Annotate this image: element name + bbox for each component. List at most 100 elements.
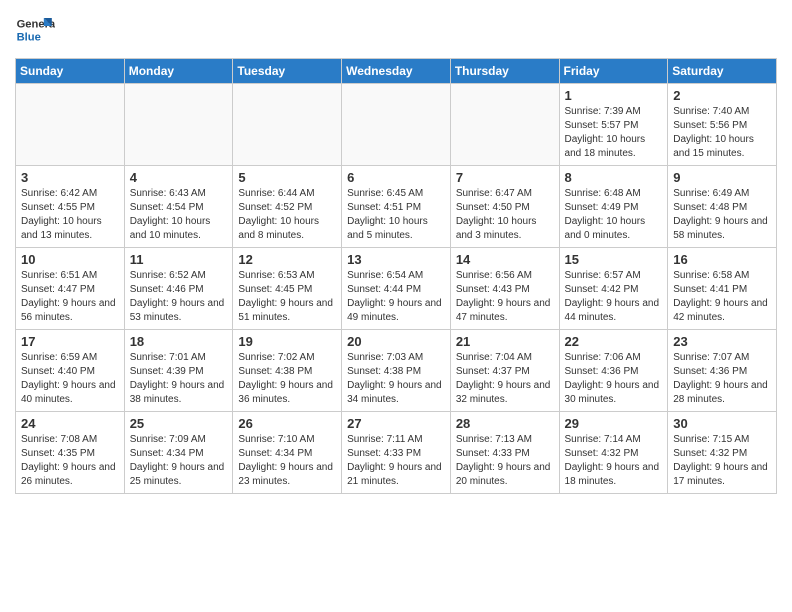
day-cell: 9 Sunrise: 6:49 AMSunset: 4:48 PMDaylight… [668, 166, 777, 248]
day-cell: 10Sunrise: 6:51 AMSunset: 4:47 PMDayligh… [16, 248, 125, 330]
header-row: SundayMondayTuesdayWednesdayThursdayFrid… [16, 59, 777, 84]
day-info: Sunrise: 7:09 AMSunset: 4:34 PMDaylight:… [130, 433, 228, 489]
day-cell [342, 84, 451, 166]
day-cell: 21Sunrise: 7:04 AMSunset: 4:37 PMDayligh… [450, 330, 559, 412]
day-number: 1 [565, 88, 663, 103]
day-number: 22 [565, 334, 663, 349]
day-number: 19 [238, 334, 336, 349]
day-info: Sunrise: 6:57 AMSunset: 4:42 PMDaylight:… [565, 269, 663, 325]
day-number: 24 [21, 416, 119, 431]
col-header-thursday: Thursday [450, 59, 559, 84]
day-info: Sunrise: 7:08 AMSunset: 4:35 PMDaylight:… [21, 433, 119, 489]
day-info: Sunrise: 6:45 AMSunset: 4:51 PMDaylight:… [347, 187, 445, 243]
day-cell: 15Sunrise: 6:57 AMSunset: 4:42 PMDayligh… [559, 248, 668, 330]
day-info: Sunrise: 6:58 AMSunset: 4:41 PMDaylight:… [673, 269, 771, 325]
day-number: 7 [456, 170, 554, 185]
calendar-table: SundayMondayTuesdayWednesdayThursdayFrid… [15, 58, 777, 494]
day-cell: 20 Sunrise: 7:03 AMSunset: 4:38 PMDayligh… [342, 330, 451, 412]
day-info: Sunrise: 6:44 AMSunset: 4:52 PMDaylight:… [238, 187, 336, 243]
day-info: Sunrise: 6:49 AMSunset: 4:48 PMDaylight:… [673, 187, 771, 243]
day-number: 4 [130, 170, 228, 185]
week-row-1: 1 Sunrise: 7:39 AMSunset: 5:57 PMDaylight… [16, 84, 777, 166]
day-cell: 6 Sunrise: 6:45 AMSunset: 4:51 PMDaylight… [342, 166, 451, 248]
day-info: Sunrise: 7:03 AMSunset: 4:38 PMDaylight:… [347, 351, 445, 407]
day-cell: 22Sunrise: 7:06 AMSunset: 4:36 PMDayligh… [559, 330, 668, 412]
day-cell: 14 Sunrise: 6:56 AMSunset: 4:43 PMDayligh… [450, 248, 559, 330]
day-info: Sunrise: 6:52 AMSunset: 4:46 PMDaylight:… [130, 269, 228, 325]
col-header-saturday: Saturday [668, 59, 777, 84]
day-number: 17 [21, 334, 119, 349]
day-cell [450, 84, 559, 166]
day-info: Sunrise: 7:39 AMSunset: 5:57 PMDaylight:… [565, 105, 663, 161]
day-number: 26 [238, 416, 336, 431]
day-info: Sunrise: 6:48 AMSunset: 4:49 PMDaylight:… [565, 187, 663, 243]
day-info: Sunrise: 7:04 AMSunset: 4:37 PMDaylight:… [456, 351, 554, 407]
day-info: Sunrise: 6:56 AMSunset: 4:43 PMDaylight:… [456, 269, 554, 325]
day-number: 3 [21, 170, 119, 185]
day-number: 30 [673, 416, 771, 431]
day-cell: 17 Sunrise: 6:59 AMSunset: 4:40 PMDayligh… [16, 330, 125, 412]
day-number: 6 [347, 170, 445, 185]
day-number: 25 [130, 416, 228, 431]
day-number: 16 [673, 252, 771, 267]
logo: General Blue [15, 10, 59, 50]
day-cell: 7Sunrise: 6:47 AMSunset: 4:50 PMDaylight… [450, 166, 559, 248]
day-info: Sunrise: 6:43 AMSunset: 4:54 PMDaylight:… [130, 187, 228, 243]
week-row-5: 24 Sunrise: 7:08 AMSunset: 4:35 PMDayligh… [16, 412, 777, 494]
day-cell: 5Sunrise: 6:44 AMSunset: 4:52 PMDaylight… [233, 166, 342, 248]
day-number: 29 [565, 416, 663, 431]
day-number: 28 [456, 416, 554, 431]
day-number: 27 [347, 416, 445, 431]
day-info: Sunrise: 7:13 AMSunset: 4:33 PMDaylight:… [456, 433, 554, 489]
day-cell: 28 Sunrise: 7:13 AMSunset: 4:33 PMDayligh… [450, 412, 559, 494]
day-cell: 24 Sunrise: 7:08 AMSunset: 4:35 PMDayligh… [16, 412, 125, 494]
day-number: 23 [673, 334, 771, 349]
col-header-friday: Friday [559, 59, 668, 84]
page: General Blue SundayMondayTuesdayWednesda… [0, 0, 792, 504]
day-number: 11 [130, 252, 228, 267]
day-info: Sunrise: 7:15 AMSunset: 4:32 PMDaylight:… [673, 433, 771, 489]
day-info: Sunrise: 6:54 AMSunset: 4:44 PMDaylight:… [347, 269, 445, 325]
col-header-wednesday: Wednesday [342, 59, 451, 84]
day-info: Sunrise: 6:59 AMSunset: 4:40 PMDaylight:… [21, 351, 119, 407]
day-info: Sunrise: 7:07 AMSunset: 4:36 PMDaylight:… [673, 351, 771, 407]
day-cell: 12Sunrise: 6:53 AMSunset: 4:45 PMDayligh… [233, 248, 342, 330]
day-number: 13 [347, 252, 445, 267]
day-number: 18 [130, 334, 228, 349]
day-info: Sunrise: 7:02 AMSunset: 4:38 PMDaylight:… [238, 351, 336, 407]
day-cell: 2 Sunrise: 7:40 AMSunset: 5:56 PMDaylight… [668, 84, 777, 166]
day-cell: 26Sunrise: 7:10 AMSunset: 4:34 PMDayligh… [233, 412, 342, 494]
week-row-4: 17 Sunrise: 6:59 AMSunset: 4:40 PMDayligh… [16, 330, 777, 412]
week-row-2: 3 Sunrise: 6:42 AMSunset: 4:55 PMDaylight… [16, 166, 777, 248]
day-info: Sunrise: 7:11 AMSunset: 4:33 PMDaylight:… [347, 433, 445, 489]
day-number: 8 [565, 170, 663, 185]
day-number: 20 [347, 334, 445, 349]
day-cell [233, 84, 342, 166]
col-header-tuesday: Tuesday [233, 59, 342, 84]
day-cell: 18 Sunrise: 7:01 AMSunset: 4:39 PMDayligh… [124, 330, 233, 412]
day-number: 2 [673, 88, 771, 103]
day-cell [124, 84, 233, 166]
day-cell: 30 Sunrise: 7:15 AMSunset: 4:32 PMDayligh… [668, 412, 777, 494]
col-header-sunday: Sunday [16, 59, 125, 84]
day-number: 9 [673, 170, 771, 185]
day-cell: 3 Sunrise: 6:42 AMSunset: 4:55 PMDaylight… [16, 166, 125, 248]
day-cell: 16 Sunrise: 6:58 AMSunset: 4:41 PMDayligh… [668, 248, 777, 330]
day-cell: 8 Sunrise: 6:48 AMSunset: 4:49 PMDaylight… [559, 166, 668, 248]
day-cell: 29 Sunrise: 7:14 AMSunset: 4:32 PMDayligh… [559, 412, 668, 494]
day-info: Sunrise: 7:01 AMSunset: 4:39 PMDaylight:… [130, 351, 228, 407]
svg-text:Blue: Blue [17, 31, 41, 43]
day-cell: 1 Sunrise: 7:39 AMSunset: 5:57 PMDaylight… [559, 84, 668, 166]
col-header-monday: Monday [124, 59, 233, 84]
day-info: Sunrise: 6:51 AMSunset: 4:47 PMDaylight:… [21, 269, 119, 325]
day-cell: 23 Sunrise: 7:07 AMSunset: 4:36 PMDayligh… [668, 330, 777, 412]
day-cell: 11 Sunrise: 6:52 AMSunset: 4:46 PMDayligh… [124, 248, 233, 330]
day-info: Sunrise: 7:40 AMSunset: 5:56 PMDaylight:… [673, 105, 771, 161]
day-info: Sunrise: 6:42 AMSunset: 4:55 PMDaylight:… [21, 187, 119, 243]
day-cell: 13 Sunrise: 6:54 AMSunset: 4:44 PMDayligh… [342, 248, 451, 330]
day-info: Sunrise: 6:53 AMSunset: 4:45 PMDaylight:… [238, 269, 336, 325]
day-cell: 4 Sunrise: 6:43 AMSunset: 4:54 PMDaylight… [124, 166, 233, 248]
day-number: 14 [456, 252, 554, 267]
day-cell: 25 Sunrise: 7:09 AMSunset: 4:34 PMDayligh… [124, 412, 233, 494]
day-info: Sunrise: 7:14 AMSunset: 4:32 PMDaylight:… [565, 433, 663, 489]
